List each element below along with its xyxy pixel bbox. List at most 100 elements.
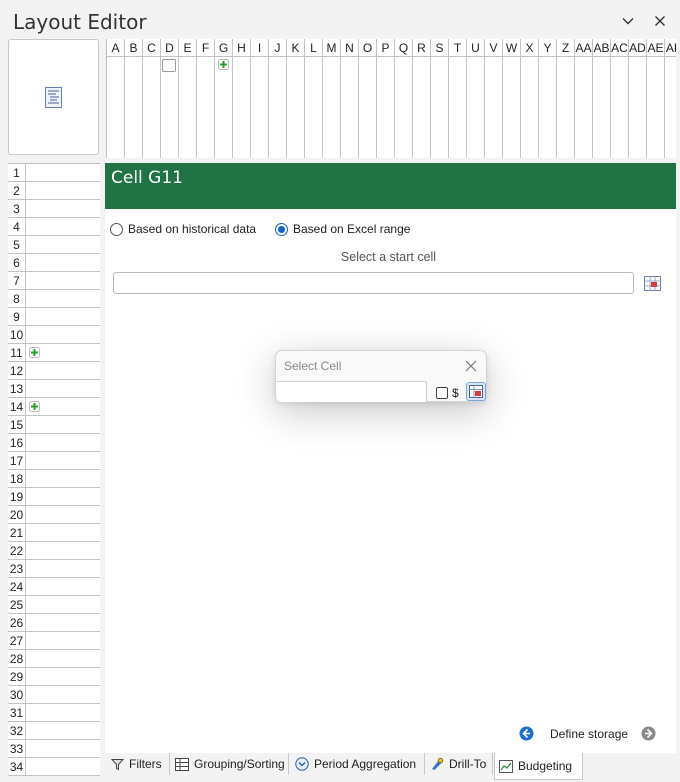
row-31[interactable]: 31 xyxy=(8,704,100,722)
column-r[interactable]: R xyxy=(413,39,431,158)
column-ad[interactable]: AD xyxy=(629,39,647,158)
tab-budgeting[interactable]: Budgeting xyxy=(494,753,583,780)
row-4[interactable]: 4 xyxy=(8,218,100,236)
row-23[interactable]: 23 xyxy=(8,560,100,578)
row-number: 26 xyxy=(8,614,26,632)
radio-excel-indicator[interactable] xyxy=(275,222,288,236)
tab-period-aggregation[interactable]: Period Aggregation xyxy=(291,753,425,775)
collapse-button[interactable] xyxy=(619,12,637,30)
tab-grouping-sorting[interactable]: Grouping/Sorting xyxy=(171,753,289,775)
close-icon[interactable] xyxy=(464,359,478,373)
column-j[interactable]: J xyxy=(269,39,287,158)
close-button[interactable] xyxy=(651,12,669,30)
column-d-marker[interactable] xyxy=(162,59,176,72)
row-29[interactable]: 29 xyxy=(8,668,100,686)
column-n[interactable]: N xyxy=(341,39,359,158)
column-x[interactable]: X xyxy=(521,39,539,158)
column-ab[interactable]: AB xyxy=(593,39,611,158)
column-m[interactable]: M xyxy=(323,39,341,158)
row-17[interactable]: 17 xyxy=(8,452,100,470)
radio-historical-indicator[interactable] xyxy=(110,222,123,236)
tab-filters[interactable]: Filters xyxy=(107,753,170,775)
select-range-icon[interactable] xyxy=(644,276,661,291)
column-t[interactable]: T xyxy=(449,39,467,158)
column-o[interactable]: O xyxy=(359,39,377,158)
row-9[interactable]: 9 xyxy=(8,308,100,326)
column-header-label: S xyxy=(431,39,448,57)
row-10[interactable]: 10 xyxy=(8,326,100,344)
radio-historical-data[interactable]: Based on historical data xyxy=(110,222,256,236)
grid-icon xyxy=(175,757,189,771)
column-e[interactable]: E xyxy=(179,39,197,158)
column-u[interactable]: U xyxy=(467,39,485,158)
column-header-grid[interactable]: ABCDEFGHIJKLMNOPQRSTUVWXYZAAABACADAEAF xyxy=(106,39,676,158)
column-header-label: G xyxy=(215,39,232,57)
column-q[interactable]: Q xyxy=(395,39,413,158)
row-header-grid[interactable]: 1 2 3 4 5 6 7 8 9 10 11 12 13 14 15 16 17 18 19 20 21 22 23 24 2… xyxy=(8,163,100,776)
row-28[interactable]: 28 xyxy=(8,650,100,668)
row-14[interactable]: 14 xyxy=(8,398,100,416)
row-21[interactable]: 21 xyxy=(8,524,100,542)
column-w[interactable]: W xyxy=(503,39,521,158)
row-15[interactable]: 15 xyxy=(8,416,100,434)
row-16[interactable]: 16 xyxy=(8,434,100,452)
plus-icon[interactable] xyxy=(218,59,229,70)
row-12[interactable]: 12 xyxy=(8,362,100,380)
absolute-reference-checkbox[interactable] xyxy=(436,387,448,399)
row-7[interactable]: 7 xyxy=(8,272,100,290)
column-af[interactable]: AF xyxy=(665,39,676,158)
tab-drill-label: Drill-To xyxy=(449,757,487,771)
row-3[interactable]: 3 xyxy=(8,200,100,218)
column-ae[interactable]: AE xyxy=(647,39,665,158)
column-b[interactable]: B xyxy=(125,39,143,158)
row-8[interactable]: 8 xyxy=(8,290,100,308)
row-19[interactable]: 19 xyxy=(8,488,100,506)
row-33[interactable]: 33 xyxy=(8,740,100,758)
row-1[interactable]: 1 xyxy=(8,164,100,182)
row-27[interactable]: 27 xyxy=(8,632,100,650)
row-30[interactable]: 30 xyxy=(8,686,100,704)
column-g[interactable]: G xyxy=(215,39,233,158)
column-f[interactable]: F xyxy=(197,39,215,158)
column-v[interactable]: V xyxy=(485,39,503,158)
row-6[interactable]: 6 xyxy=(8,254,100,272)
row-5[interactable]: 5 xyxy=(8,236,100,254)
row-2[interactable]: 2 xyxy=(8,182,100,200)
column-k[interactable]: K xyxy=(287,39,305,158)
arrow-right-circle-icon[interactable] xyxy=(641,726,656,741)
column-z[interactable]: Z xyxy=(557,39,575,158)
row-18[interactable]: 18 xyxy=(8,470,100,488)
start-cell-input[interactable] xyxy=(113,272,634,294)
cell-address-input[interactable] xyxy=(276,381,427,402)
grid-corner[interactable] xyxy=(8,39,99,155)
row-13[interactable]: 13 xyxy=(8,380,100,398)
define-storage-link[interactable]: Define storage xyxy=(550,727,628,741)
column-h[interactable]: H xyxy=(233,39,251,158)
panel-title: Cell G11 xyxy=(111,168,183,188)
column-ac[interactable]: AC xyxy=(611,39,629,158)
column-aa[interactable]: AA xyxy=(575,39,593,158)
row-25[interactable]: 25 xyxy=(8,596,100,614)
arrow-left-circle-icon[interactable] xyxy=(519,726,534,741)
column-header-label: K xyxy=(287,39,304,57)
plus-icon[interactable] xyxy=(29,401,40,412)
column-l[interactable]: L xyxy=(305,39,323,158)
column-y[interactable]: Y xyxy=(539,39,557,158)
row-32[interactable]: 32 xyxy=(8,722,100,740)
tab-drill-to[interactable]: Drill-To xyxy=(426,753,493,775)
column-p[interactable]: P xyxy=(377,39,395,158)
column-i[interactable]: I xyxy=(251,39,269,158)
radio-excel-range[interactable]: Based on Excel range xyxy=(275,222,410,236)
pick-cell-button[interactable] xyxy=(466,382,486,401)
column-c[interactable]: C xyxy=(143,39,161,158)
row-22[interactable]: 22 xyxy=(8,542,100,560)
row-11[interactable]: 11 xyxy=(8,344,100,362)
row-34[interactable]: 34 xyxy=(8,758,100,776)
column-d[interactable]: D xyxy=(161,39,179,158)
row-26[interactable]: 26 xyxy=(8,614,100,632)
column-a[interactable]: A xyxy=(107,39,125,158)
row-20[interactable]: 20 xyxy=(8,506,100,524)
row-24[interactable]: 24 xyxy=(8,578,100,596)
column-s[interactable]: S xyxy=(431,39,449,158)
plus-icon[interactable] xyxy=(29,347,40,358)
